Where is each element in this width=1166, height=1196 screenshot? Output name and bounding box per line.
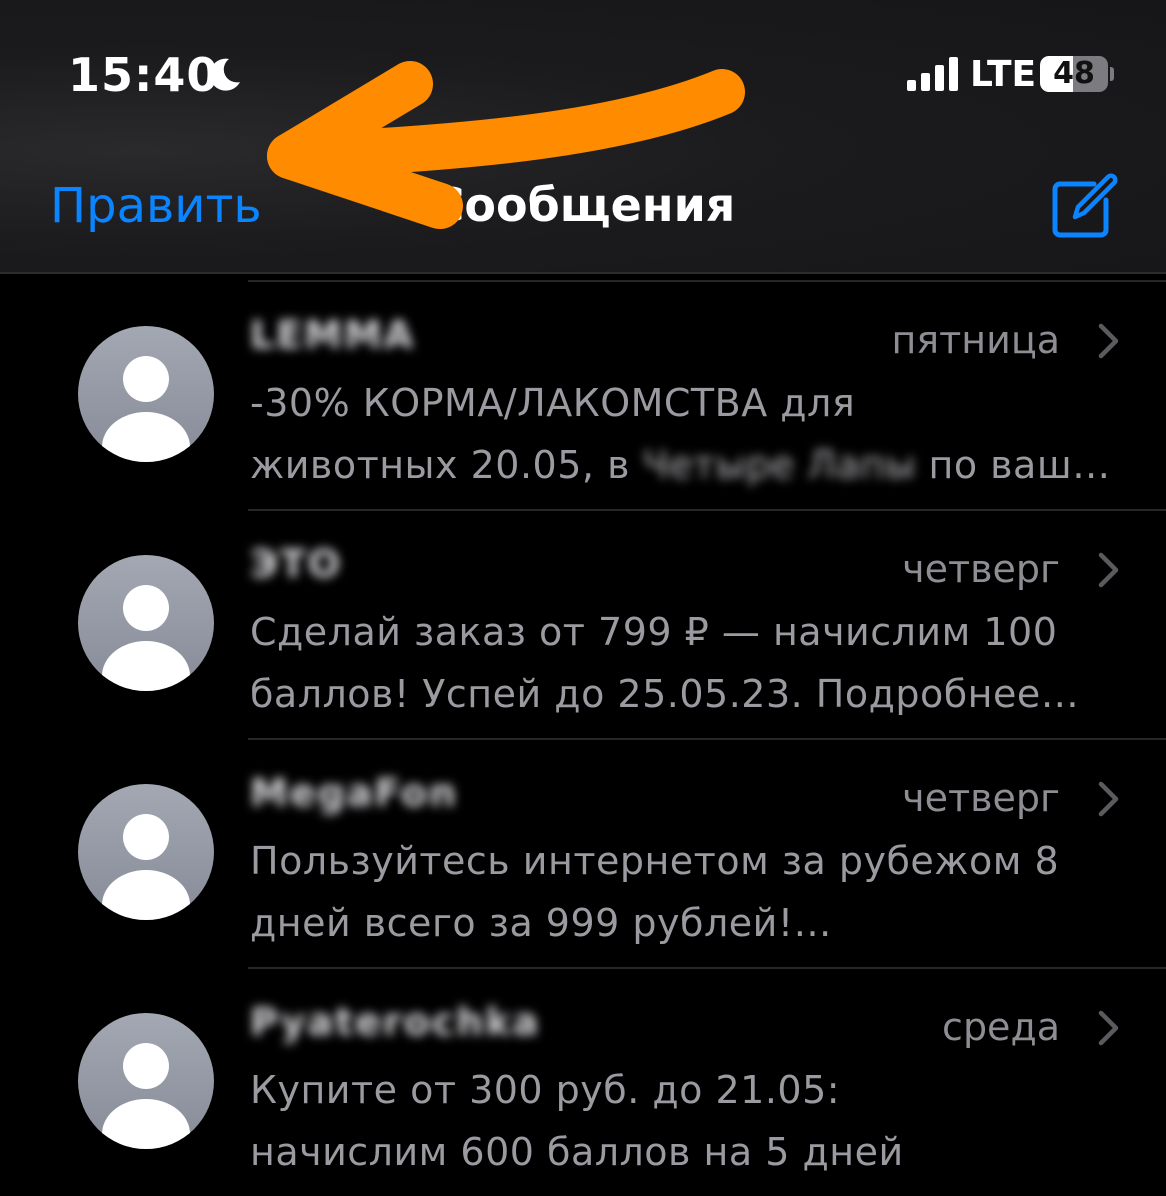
message-date: четверг [902, 547, 1060, 591]
avatar [78, 1013, 214, 1149]
message-preview: Купите от 300 руб. до 21.05: начислим 60… [250, 1059, 1130, 1183]
row-divider [248, 280, 1166, 282]
row-divider [248, 738, 1166, 740]
message-row[interactable]: LEMMA пятница -30% КОРМА/ЛАКОМСТВА для ж… [0, 280, 1166, 509]
message-row[interactable]: MegaFon четверг Пользуйтесь интернетом з… [0, 738, 1166, 967]
avatar-head [123, 1043, 169, 1089]
message-date: среда [942, 1005, 1060, 1049]
message-preview: -30% КОРМА/ЛАКОМСТВА для животных 20.05,… [250, 372, 1130, 496]
row-divider [248, 967, 1166, 969]
compose-icon[interactable] [1046, 170, 1120, 242]
preview-line-1: Сделай заказ от 799 ₽ — начислим 100 [250, 610, 1058, 654]
message-date: пятница [891, 318, 1060, 362]
avatar-body [102, 412, 190, 462]
avatar-body [102, 641, 190, 691]
preview-line-1: Купите от 300 руб. до 21.05: [250, 1068, 841, 1112]
message-date: четверг [902, 776, 1060, 820]
preview-text: животных 20.05, в [250, 443, 643, 487]
avatar-head [123, 814, 169, 860]
preview-line-1: Пользуйтесь интернетом за рубежом 8 [250, 839, 1060, 883]
sender-name: Pyaterochka [250, 1000, 541, 1044]
avatar-head [123, 585, 169, 631]
message-preview: Сделай заказ от 799 ₽ — начислим 100 бал… [250, 601, 1130, 725]
redacted-text: Четыре Лапы [642, 443, 916, 487]
message-list: LEMMA пятница -30% КОРМА/ЛАКОМСТВА для ж… [0, 280, 1166, 1196]
preview-line-2: баллов! Успей до 25.05.23. Подробнее… [250, 672, 1080, 716]
row-divider [248, 509, 1166, 511]
sender-name: LEMMA [250, 313, 416, 357]
avatar [78, 555, 214, 691]
avatar-body [102, 870, 190, 920]
chevron-right-icon [1098, 323, 1119, 359]
network-type: LTE [970, 54, 1037, 95]
preview-line-2: животных 20.05, в Четыре Лапы по ваш… [250, 434, 1130, 496]
signal-icon [907, 57, 958, 91]
avatar [78, 326, 214, 462]
status-bar: 15:40 LTE 48 [0, 0, 1166, 150]
message-row[interactable]: Pyaterochka среда Купите от 300 руб. до … [0, 967, 1166, 1196]
moon-icon [209, 58, 240, 91]
chevron-right-icon [1098, 1010, 1119, 1046]
chevron-right-icon [1098, 781, 1119, 817]
preview-line-2: начислим 600 баллов на 5 дней [250, 1130, 904, 1174]
status-time: 15:40 [68, 48, 220, 102]
edit-button[interactable]: Править [50, 178, 262, 234]
battery-icon: 48 [1040, 56, 1108, 92]
sender-name: ЭТО [250, 542, 343, 586]
sender-name: MegaFon [250, 771, 459, 815]
battery-level: 48 [1053, 56, 1095, 91]
battery-tip [1110, 67, 1114, 81]
preview-line-1: -30% КОРМА/ЛАКОМСТВА для [250, 381, 856, 425]
avatar-head [123, 356, 169, 402]
avatar-body [102, 1099, 190, 1149]
chevron-right-icon [1098, 552, 1119, 588]
avatar [78, 784, 214, 920]
preview-text: по ваш… [915, 443, 1111, 487]
preview-line-2: дней всего за 999 рублей!… [250, 901, 833, 945]
message-row[interactable]: ЭТО четверг Сделай заказ от 799 ₽ — начи… [0, 509, 1166, 738]
message-preview: Пользуйтесь интернетом за рубежом 8 дней… [250, 830, 1130, 954]
